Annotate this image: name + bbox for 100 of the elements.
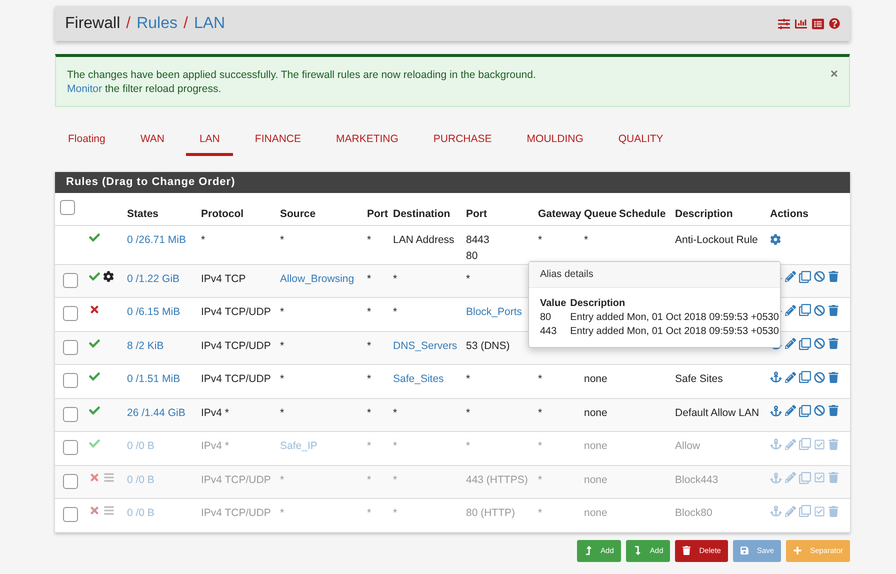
trash-icon[interactable] xyxy=(828,271,839,282)
column-header: States xyxy=(127,208,159,220)
trash-icon[interactable] xyxy=(828,405,839,416)
interface-tab[interactable]: LAN xyxy=(186,127,233,156)
table-cell-text: none xyxy=(584,406,608,420)
help-icon[interactable] xyxy=(829,18,840,29)
alias-link[interactable]: 0 /1.22 GiB xyxy=(127,270,180,286)
alert-message: The changes have been applied successfully. The firewall rules are now reloading in the background. xyxy=(67,68,536,82)
table-cell-text: none xyxy=(584,372,608,387)
row-checkbox[interactable] xyxy=(63,373,78,388)
table-cell-text: * xyxy=(393,305,398,320)
alias-link[interactable]: 0 /6.15 MiB xyxy=(127,304,180,320)
disable-icon[interactable] xyxy=(814,405,825,416)
popover-cell: 80 xyxy=(540,312,552,323)
table-icon[interactable] xyxy=(812,18,824,30)
table-cell-text: * xyxy=(466,439,470,454)
copy-icon[interactable] xyxy=(799,338,811,350)
popover-cell: Entry added Mon, 01 Oct 2018 09:59:53 +0530 xyxy=(570,312,779,323)
table-cell-text: none xyxy=(584,506,608,521)
table-cell-text: * xyxy=(367,338,372,354)
pencil-icon[interactable] xyxy=(785,271,796,282)
popover-cell: 443 xyxy=(540,326,557,337)
breadcrumb-separator: / xyxy=(126,14,131,34)
row-checkbox[interactable] xyxy=(63,272,78,288)
breadcrumb-separator: / xyxy=(183,14,188,34)
table-cell-text: IPv4 TCP/UDP xyxy=(201,338,271,354)
disable-icon[interactable] xyxy=(814,304,825,316)
popover-column-header: Description xyxy=(570,298,626,309)
monitor-link[interactable]: Monitor xyxy=(67,82,102,96)
column-header: Port xyxy=(367,208,388,220)
table-cell-text: Safe Sites xyxy=(675,372,723,387)
interface-tab[interactable]: PURCHASE xyxy=(420,127,505,156)
table-cell-text: IPv4 TCP/UDP xyxy=(201,506,271,521)
copy-icon[interactable] xyxy=(799,371,811,383)
alias-link[interactable]: Safe_Sites xyxy=(393,371,444,387)
table-cell-text: * xyxy=(367,272,372,286)
arrow-up-icon xyxy=(584,546,593,555)
table-cell-text: * xyxy=(367,232,372,248)
table-cell-text: * xyxy=(367,439,372,454)
bar-chart-icon[interactable] xyxy=(795,18,807,30)
pencil-icon[interactable] xyxy=(785,405,796,416)
interface-tab[interactable]: FINANCE xyxy=(242,127,314,156)
table-cell-text: * xyxy=(280,506,284,521)
alias-link[interactable]: 26 /1.44 GiB xyxy=(127,404,186,420)
alias-link[interactable]: 0 /1.51 MiB xyxy=(127,371,180,387)
breadcrumb-link[interactable]: Rules xyxy=(136,12,178,36)
trash-icon xyxy=(682,546,692,555)
select-all-checkbox[interactable] xyxy=(60,200,75,215)
row-checkbox[interactable] xyxy=(63,406,78,422)
table-cell-text: * xyxy=(367,406,372,420)
disable-icon[interactable] xyxy=(814,271,825,282)
table-cell-text: * xyxy=(584,232,588,248)
table-cell-text: IPv4 TCP/UDP xyxy=(201,372,271,387)
table-cell-text: * xyxy=(367,305,372,320)
column-header: Gateway xyxy=(538,208,582,220)
table-cell-text: * xyxy=(393,406,398,420)
interface-tab[interactable]: MARKETING xyxy=(323,127,412,156)
column-header: Source xyxy=(280,208,316,220)
table-cell-text: * xyxy=(393,272,398,286)
pencil-icon[interactable] xyxy=(785,372,796,382)
column-header: Protocol xyxy=(201,208,244,220)
trash-icon[interactable] xyxy=(828,372,839,382)
close-button[interactable]: × xyxy=(830,67,838,80)
copy-icon[interactable] xyxy=(799,270,811,282)
copy-icon[interactable] xyxy=(799,304,811,316)
table-cell-text: Allow xyxy=(675,439,700,454)
anchor-icon[interactable] xyxy=(770,371,782,383)
copy-icon[interactable] xyxy=(799,404,811,416)
trash-icon[interactable] xyxy=(828,304,839,316)
alias-link[interactable]: 0 /26.71 MiB xyxy=(127,232,186,248)
alias-link[interactable]: Allow_Browsing xyxy=(280,270,354,286)
table-cell-text: 443 (HTTPS) xyxy=(466,472,528,488)
disable-icon[interactable] xyxy=(814,338,825,349)
table-cell-text: * xyxy=(393,439,398,454)
sliders-icon[interactable] xyxy=(778,18,790,30)
breadcrumb-text: Firewall xyxy=(65,14,120,34)
column-header: Queue xyxy=(584,208,617,220)
row-checkbox[interactable] xyxy=(63,340,78,354)
alias-link[interactable]: Block_Ports xyxy=(466,304,522,320)
pencil-icon[interactable] xyxy=(785,338,796,349)
alias-link[interactable]: 8 /2 KiB xyxy=(127,338,164,354)
disable-icon[interactable] xyxy=(814,372,825,382)
interface-tab[interactable]: QUALITY xyxy=(605,127,676,156)
breadcrumb-link[interactable]: LAN xyxy=(194,12,226,36)
interface-tab[interactable]: WAN xyxy=(127,127,178,156)
plus-icon xyxy=(793,546,802,555)
anchor-icon[interactable] xyxy=(770,404,782,416)
table-cell-text: 80 xyxy=(466,248,478,264)
pencil-icon[interactable] xyxy=(785,304,796,316)
table-cell-text: * xyxy=(538,232,542,248)
row-checkbox[interactable] xyxy=(63,306,78,321)
popover-column-header: Value xyxy=(540,298,566,309)
trash-icon[interactable] xyxy=(828,338,839,349)
table-cell-text: IPv4 * xyxy=(201,439,230,454)
interface-tab[interactable]: Floating xyxy=(55,127,118,156)
settings-icon[interactable] xyxy=(770,234,781,244)
interface-tab[interactable]: MOULDING xyxy=(514,127,596,156)
table-cell-text: Anti-Lockout Rule xyxy=(675,232,758,248)
alias-link[interactable]: DNS_Servers xyxy=(393,338,458,354)
table-cell-text: IPv4 TCP xyxy=(201,272,246,286)
